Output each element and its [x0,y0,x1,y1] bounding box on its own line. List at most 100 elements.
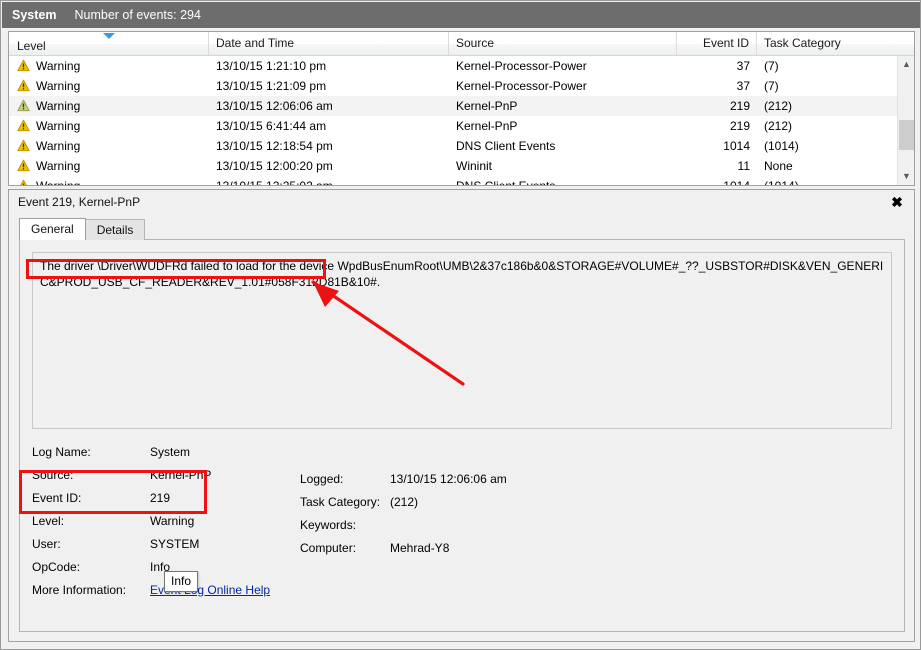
event-list-header: Level Date and Time Source Event ID Task… [9,32,914,56]
event-list-rows[interactable]: Warning 13/10/15 1:21:10 pm Kernel-Process… [9,56,914,185]
cell-task-category: (212) [764,119,793,133]
metadata-value: 13/10/15 12:06:06 am [390,471,507,486]
cell-task-category: (212) [764,99,793,113]
warning-icon [17,119,30,131]
cell-datetime: 13/10/15 6:41:44 am [216,119,327,133]
metadata-value: (212) [390,494,419,509]
scrollbar-thumb[interactable] [899,120,914,150]
warning-icon [17,59,30,71]
metadata-label: Logged: [300,471,344,486]
cell-event-id: 1014 [723,139,750,153]
column-header-datetime-label: Date and Time [216,36,295,50]
cell-level-label: Warning [36,99,81,113]
cell-datetime: 13/10/15 12:18:54 pm [216,139,333,153]
cell-level-label: Warning [36,159,81,173]
table-row[interactable]: Warning 13/10/15 1:21:09 pm Kernel-Process… [9,76,914,96]
column-header-event-id[interactable]: Event ID [677,32,757,55]
table-row[interactable]: Warning 13/10/15 12:18:54 pm DNS Client Ev… [9,136,914,156]
cell-level: Warning [9,156,209,176]
scroll-up-icon[interactable]: ▲ [898,56,914,73]
cell-datetime: 13/10/15 12:00:20 pm [216,159,333,173]
tab-general-label: General [31,222,74,236]
cell-datetime: 13/10/15 12:25:02 am [209,176,449,185]
tooltip-info: Info [164,571,199,592]
table-row[interactable]: Warning 13/10/15 12:25:02 amDNS Client Ev… [9,176,914,185]
cell-datetime: 13/10/15 12:06:06 am [216,99,333,113]
event-detail-pane: Event 219, Kernel-PnP ✖ General Details … [8,189,915,642]
table-row[interactable]: Warning 13/10/15 6:41:44 am Kernel-PnP 219 (… [9,116,914,136]
tab-details-label: Details [96,223,134,237]
cell-source: Wininit [456,159,493,173]
cell-event-id: 219 [729,119,750,133]
column-header-source[interactable]: Source [449,32,677,55]
table-row[interactable]: Warning 13/10/15 1:21:10 pm Kernel-Process… [9,56,914,76]
cell-datetime: 13/10/15 1:21:09 pm [216,79,327,93]
event-list-scrollbar[interactable]: ▲ ▼ [897,56,914,185]
column-header-event-id-label: Event ID [702,36,749,50]
metadata-label: Task Category: [300,494,381,509]
cell-level: Warning [9,136,209,156]
cell-event-id: 1014 [677,176,757,185]
tab-details[interactable]: Details [84,219,146,240]
event-metadata-right: Logged: 13/10/15 12:06:06 am Task Category… [300,467,660,559]
metadata-row: Source: Kernel-PnP [32,463,332,486]
metadata-value: Mehrad-Y8 [390,540,450,555]
cell-level: Warning [9,116,209,136]
metadata-row: Computer: Mehrad-Y8 [300,536,660,559]
metadata-row: Keywords: [300,513,660,536]
column-header-level-label: Level [17,38,46,53]
more-information-label: More Information: [32,582,127,597]
cell-event-id: 219 [729,99,750,113]
cell-source: DNS Client Events [456,139,556,153]
warning-icon [17,79,30,91]
cell-level-label: Warning [36,119,81,133]
cell-source: DNS Client Events [449,176,677,185]
tab-general[interactable]: General [19,218,86,240]
column-header-datetime[interactable]: Date and Time [209,32,449,55]
warning-icon [17,159,30,171]
metadata-label: User: [32,536,61,551]
column-header-task-category-label: Task Category [764,36,841,50]
column-header-source-label: Source [456,36,495,50]
metadata-label: Level: [32,513,65,528]
metadata-row: Log Name: System [32,440,332,463]
event-viewer-window: System Number of events: 294 Level Date … [0,0,921,650]
metadata-label: Computer: [300,540,357,555]
table-row[interactable]: Warning 13/10/15 12:00:20 pm Wininit 11 None [9,156,914,176]
cell-level: Warning [9,56,209,76]
event-detail-title: Event 219, Kernel-PnP [9,190,914,214]
metadata-label: Keywords: [300,517,357,532]
log-name-label: System [12,8,57,22]
warning-icon [17,99,30,111]
cell-source: Kernel-PnP [456,99,518,113]
metadata-row: Level: Warning [32,509,332,532]
event-list[interactable]: Level Date and Time Source Event ID Task… [8,31,915,186]
metadata-row: Event ID: 219 [32,486,332,509]
metadata-row: Logged: 13/10/15 12:06:06 am [300,467,660,490]
cell-event-id: 11 [737,159,750,173]
metadata-label: OpCode: [32,559,81,574]
cell-level-label: Warning [36,59,81,73]
scroll-down-icon[interactable]: ▼ [898,168,914,185]
tooltip-info-label: Info [171,574,192,588]
column-header-level[interactable]: Level [9,32,209,55]
column-header-task-category[interactable]: Task Category [757,32,897,55]
table-row[interactable]: Warning 13/10/15 12:06:06 am Kernel-PnP 219… [9,96,914,116]
cell-task-category: (1014) [757,176,897,185]
cell-event-id: 37 [736,59,750,73]
cell-level-label: Warning [36,176,80,185]
cell-task-category: (7) [764,59,779,73]
cell-level: Warning [9,176,209,185]
detail-tabs: General Details [19,218,146,240]
cell-source: Kernel-PnP [456,119,518,133]
event-description[interactable]: The driver \Driver\WUDFRd failed to load… [32,252,892,429]
sort-descending-icon [103,33,115,39]
metadata-label: Source: [32,467,74,482]
close-icon[interactable]: ✖ [888,194,906,212]
warning-icon [17,139,30,151]
cell-task-category: None [764,159,793,173]
cell-task-category: (7) [764,79,779,93]
cell-datetime: 13/10/15 1:21:10 pm [216,59,327,73]
metadata-row: User: SYSTEM [32,532,332,555]
metadata-value: System [150,444,191,459]
